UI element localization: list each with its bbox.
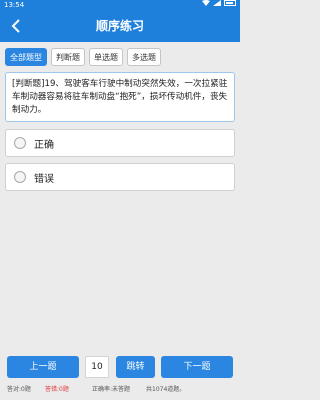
accuracy-rate: 正确率:未答题 <box>92 386 131 393</box>
status-bar: 13:54 <box>0 0 240 11</box>
tab-true-false[interactable]: 判断题 <box>51 48 85 66</box>
question-type-tabs: 全部题型 判断题 单选题 多选题 <box>5 48 161 66</box>
option-label: 正确 <box>34 139 54 151</box>
navigation-bar: 上一题 跳转 下一题 <box>0 356 240 378</box>
correct-count: 答对:0题 <box>7 386 31 393</box>
question-text: [判断题]19、驾驶客车行驶中制动突然失效，一次拉紧驻车制动器容易将驻车制动盘“… <box>5 72 235 122</box>
tab-all-types[interactable]: 全部题型 <box>5 48 47 66</box>
jump-button[interactable]: 跳转 <box>116 356 155 378</box>
wifi-icon <box>202 0 210 6</box>
next-question-button[interactable]: 下一题 <box>161 356 233 378</box>
signal-icon <box>213 0 221 6</box>
option-correct[interactable]: 正确 <box>5 129 235 157</box>
prev-question-button[interactable]: 上一题 <box>7 356 79 378</box>
total-questions: 共1074道题。 <box>146 386 186 393</box>
status-time: 13:54 <box>4 1 25 9</box>
answer-options: 正确 错误 <box>5 129 235 197</box>
tab-single-choice[interactable]: 单选题 <box>89 48 123 66</box>
page-title: 顺序练习 <box>95 19 144 33</box>
radio-button[interactable] <box>14 171 26 183</box>
wrong-count: 答错:0题 <box>45 386 69 393</box>
page-number-input[interactable] <box>85 356 109 378</box>
tab-multiple-choice[interactable]: 多选题 <box>127 48 161 66</box>
radio-button[interactable] <box>14 137 26 149</box>
option-label: 错误 <box>34 173 54 185</box>
option-wrong[interactable]: 错误 <box>5 163 235 191</box>
status-icons <box>202 0 236 6</box>
title-bar: 顺序练习 <box>0 11 240 42</box>
stats-bar: 答对:0题 答错:0题 正确率:未答题 共1074道题。 <box>0 384 240 396</box>
battery-icon <box>224 0 236 6</box>
